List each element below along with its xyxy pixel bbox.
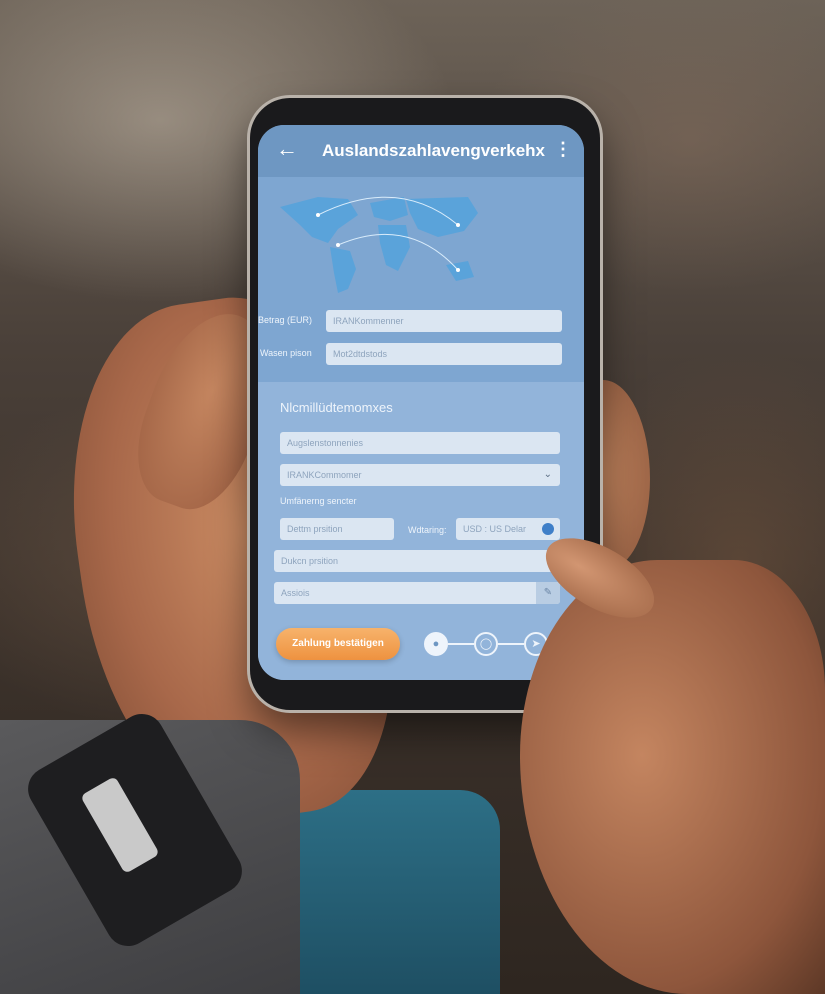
recipient-input[interactable]: Mot2dtdstods — [326, 343, 562, 365]
phone-screen: ← Auslandszahlavengverkehx ⋮ Betrag (EUR… — [258, 125, 584, 680]
chevron-down-icon: ⌄ — [543, 469, 552, 480]
step-connector — [498, 643, 524, 645]
sub-label: Umfänerng sencter — [280, 496, 357, 506]
currency-label: Wdtaring: — [408, 525, 447, 535]
name-field[interactable]: Augslenstonnenies — [280, 432, 560, 454]
more-vert-icon[interactable]: ⋮ — [554, 139, 572, 160]
globe-icon — [542, 523, 554, 535]
lower-panel: Nlcmillüdtemomxes Augslenstonnenies IRAN… — [258, 382, 584, 680]
position-field[interactable]: Dettm prsition — [280, 518, 394, 540]
confirm-payment-button[interactable]: Zahlung bestätigen — [276, 628, 400, 660]
arrow-left-icon[interactable]: ← — [276, 137, 298, 161]
recipient-label: Wasen pison — [260, 348, 312, 358]
world-map — [258, 177, 584, 307]
step-connector — [448, 643, 474, 645]
amount-input[interactable]: IRANKommenner — [326, 310, 562, 332]
upper-form: Betrag (EUR) IRANKommenner Wasen pison M… — [258, 307, 584, 382]
chat-icon[interactable]: ◯ — [474, 632, 498, 656]
section-title: Nlcmillüdtemomxes — [280, 400, 393, 415]
page-title: Auslandszahlavengverkehx — [322, 141, 545, 160]
notes-value: Assiois — [281, 588, 310, 598]
lock-icon[interactable]: ● — [424, 632, 448, 656]
world-map-icon — [280, 196, 478, 293]
amount-label: Betrag (EUR) — [258, 315, 313, 325]
app-bar: ← Auslandszahlavengverkehx ⋮ — [258, 125, 584, 177]
currency-value: USD : US Delar — [463, 524, 527, 534]
currency-select[interactable]: USD : US Delar — [456, 518, 560, 540]
notes-field[interactable]: Assiois ✎ — [274, 582, 560, 604]
second-position-field[interactable]: Dukcn prsition — [274, 550, 560, 572]
recipient-select[interactable]: IRANKCommomer ⌄ — [280, 464, 560, 486]
recipient-select-value: IRANKCommomer — [287, 470, 362, 480]
edit-icon[interactable]: ✎ — [536, 582, 560, 604]
